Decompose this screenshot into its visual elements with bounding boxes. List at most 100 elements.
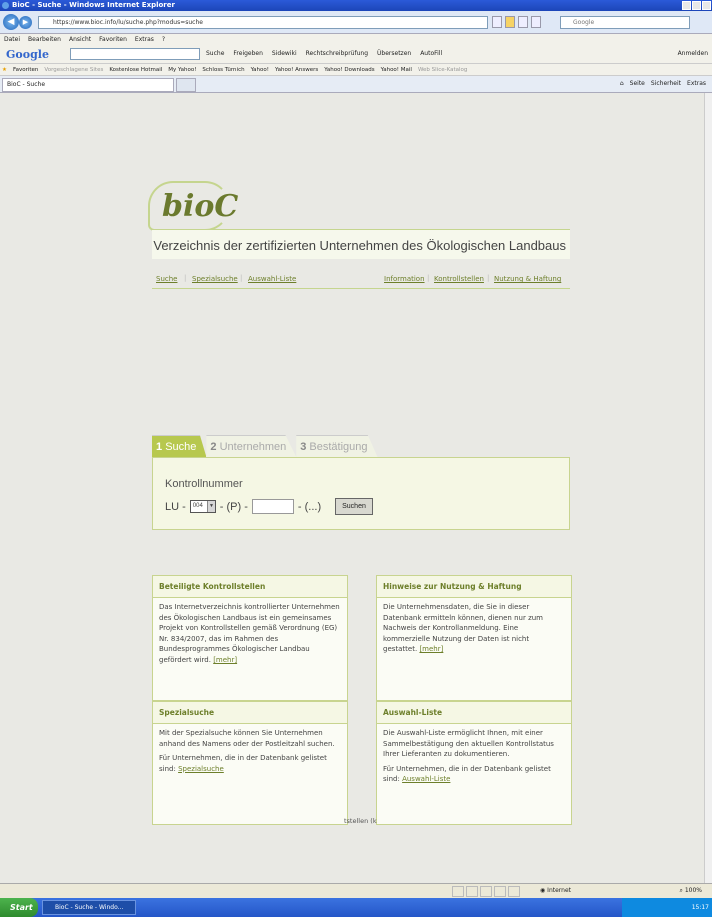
hinweise-box: Hinweise zur Nutzung & Haftung Die Unter… bbox=[376, 575, 572, 701]
menu-datei[interactable]: Datei bbox=[4, 34, 20, 45]
box-title: Hinweise zur Nutzung & Haftung bbox=[377, 576, 571, 598]
select-value: 004 bbox=[192, 503, 203, 509]
search-button[interactable]: Suchen bbox=[335, 498, 373, 515]
status-bar: ◉ Internet ⌕ 100% bbox=[0, 883, 712, 898]
nav-nutzung-haftung[interactable]: Nutzung & Haftung bbox=[494, 275, 561, 283]
fav-item[interactable]: Yahoo! Downloads bbox=[324, 64, 374, 75]
status-cell bbox=[466, 886, 478, 897]
refresh-icon[interactable] bbox=[518, 16, 528, 28]
stop-icon[interactable] bbox=[531, 16, 541, 28]
nav-auswahl-liste[interactable]: Auswahl-Liste bbox=[248, 275, 296, 283]
logo-text: bioC bbox=[162, 189, 239, 224]
bioc-logo[interactable]: bioC bbox=[148, 181, 238, 231]
google-toolbar: Google Suche Freigeben Sidewiki Rechtsch… bbox=[0, 45, 712, 64]
kontrollnummer-label: Kontrollnummer bbox=[165, 478, 243, 490]
cmd-seite[interactable]: Seite bbox=[630, 80, 645, 87]
zone-label: Internet bbox=[547, 887, 571, 894]
menu-bearbeiten[interactable]: Bearbeiten bbox=[28, 34, 61, 45]
menu-ansicht[interactable]: Ansicht bbox=[69, 34, 91, 45]
fav-item[interactable]: Yahoo! Mail bbox=[381, 64, 412, 75]
google-tool-translate[interactable]: Übersetzen bbox=[377, 50, 411, 57]
back-button[interactable]: ◀ bbox=[3, 14, 19, 30]
maximize-button[interactable] bbox=[692, 1, 701, 10]
zoom-control[interactable]: ⌕ 100% bbox=[680, 887, 702, 895]
status-cells bbox=[452, 886, 520, 897]
cmd-sicherheit[interactable]: Sicherheit bbox=[651, 80, 681, 87]
tab-bioc-suche[interactable]: BioC - Suche bbox=[2, 78, 174, 92]
spezialsuche-link[interactable]: Spezialsuche bbox=[178, 765, 224, 773]
new-tab-button[interactable] bbox=[176, 78, 196, 92]
nav-kontrollstellen[interactable]: Kontrollstellen bbox=[434, 275, 484, 283]
status-cell bbox=[494, 886, 506, 897]
step-number: 1 bbox=[156, 441, 163, 453]
address-actions bbox=[492, 16, 541, 28]
address-input[interactable]: https://www.bioc.info/lu/suche.php?modus… bbox=[38, 16, 488, 29]
nav-suche[interactable]: Suche bbox=[156, 275, 177, 283]
google-signin[interactable]: Anmelden bbox=[678, 50, 708, 57]
auswahl-link[interactable]: Auswahl-Liste bbox=[402, 775, 450, 783]
google-tool-suche[interactable]: Suche bbox=[206, 50, 224, 57]
more-link[interactable]: [mehr] bbox=[213, 656, 237, 664]
fav-item[interactable]: Schloss Türnich bbox=[202, 64, 244, 75]
security-zone[interactable]: ◉ Internet bbox=[540, 887, 571, 894]
nav-spezialsuche[interactable]: Spezialsuche bbox=[192, 275, 238, 283]
fav-item[interactable]: Vorgeschlagene Sites bbox=[44, 64, 103, 75]
google-tool-autofill[interactable]: AutoFill bbox=[420, 50, 442, 57]
taskbar-item-ie[interactable]: BioC - Suche - Windo... bbox=[42, 900, 136, 915]
step-unternehmen[interactable]: 2 Unternehmen bbox=[206, 435, 297, 457]
fav-item[interactable]: Web Slice-Katalog bbox=[418, 64, 467, 75]
forward-button[interactable]: ▶ bbox=[19, 16, 32, 29]
fav-item[interactable]: Kostenlose Hotmail bbox=[109, 64, 162, 75]
start-button[interactable]: Start bbox=[0, 898, 38, 917]
search-panel: Kontrollnummer LU - 004 ▼ - (P) - - (...… bbox=[152, 457, 570, 530]
site-header: Verzeichnis der zertifizierten Unternehm… bbox=[152, 229, 570, 259]
menu-favoriten[interactable]: Favoriten bbox=[99, 34, 127, 45]
box-text: Das Internetverzeichnis kontrollierter U… bbox=[153, 598, 347, 665]
vertical-scrollbar[interactable] bbox=[704, 93, 712, 883]
step-bestaetigung[interactable]: 3 Bestätigung bbox=[296, 435, 378, 457]
favorites-button[interactable]: Favoriten bbox=[13, 64, 38, 75]
zoom-value: 100% bbox=[684, 887, 702, 894]
close-button[interactable] bbox=[702, 1, 711, 10]
box-title: Beteiligte Kontrollstellen bbox=[153, 576, 347, 598]
fav-item[interactable]: Yahoo! bbox=[251, 64, 269, 75]
favorites-bar: ★ Favoriten Vorgeschlagene Sites Kostenl… bbox=[0, 64, 712, 76]
dropdown-icon[interactable] bbox=[492, 16, 502, 28]
more-link[interactable]: [mehr] bbox=[419, 645, 443, 653]
step-suche[interactable]: 1 Suche bbox=[152, 435, 207, 457]
system-tray: 15:17 bbox=[622, 898, 712, 917]
google-tool-sidewiki[interactable]: Sidewiki bbox=[272, 50, 297, 57]
cmd-extras[interactable]: Extras bbox=[687, 80, 706, 87]
fav-item[interactable]: My Yahoo! bbox=[168, 64, 196, 75]
menu-extras[interactable]: Extras bbox=[135, 34, 154, 45]
ie-icon bbox=[2, 2, 9, 9]
status-cell bbox=[480, 886, 492, 897]
address-url: https://www.bioc.info/lu/suche.php?modus… bbox=[53, 19, 203, 26]
box-text: Die Auswahl-Liste ermöglicht Ihnen, mit … bbox=[383, 729, 554, 758]
magnifier-icon: ⌕ bbox=[679, 887, 683, 894]
kontrollstelle-select[interactable]: 004 ▼ bbox=[189, 500, 216, 513]
menu-bar: Datei Bearbeiten Ansicht Favoriten Extra… bbox=[0, 34, 712, 45]
google-tool-freigeben[interactable]: Freigeben bbox=[233, 50, 263, 57]
box-text: Mit der Spezialsuche können Sie Unterneh… bbox=[159, 729, 335, 748]
web-search-input[interactable]: Google bbox=[560, 16, 690, 29]
status-cell bbox=[508, 886, 520, 897]
clock[interactable]: 15:17 bbox=[692, 904, 709, 911]
step-label: Unternehmen bbox=[219, 441, 287, 453]
minimize-button[interactable] bbox=[682, 1, 691, 10]
google-search-input[interactable] bbox=[70, 48, 200, 60]
fav-item[interactable]: Yahoo! Answers bbox=[275, 64, 318, 75]
site-title: Verzeichnis der zertifizierten Unternehm… bbox=[153, 238, 566, 253]
kontrollnummer-input[interactable] bbox=[251, 499, 294, 514]
nav-information[interactable]: Information bbox=[384, 275, 425, 283]
step-label: Bestätigung bbox=[309, 441, 368, 453]
taskbar-item-label: BioC - Suche - Windo... bbox=[55, 904, 124, 911]
lock-icon[interactable] bbox=[505, 16, 515, 28]
google-tool-spellcheck[interactable]: Rechtschreibprüfung bbox=[306, 50, 368, 57]
home-icon[interactable]: ⌂ bbox=[620, 80, 624, 87]
nav-separator: | bbox=[487, 274, 490, 282]
window-controls bbox=[682, 1, 711, 10]
spezialsuche-box: Spezialsuche Mit der Spezialsuche können… bbox=[152, 701, 348, 825]
command-bar: ⌂ Seite Sicherheit Extras bbox=[620, 80, 706, 87]
menu-help[interactable]: ? bbox=[162, 34, 165, 45]
